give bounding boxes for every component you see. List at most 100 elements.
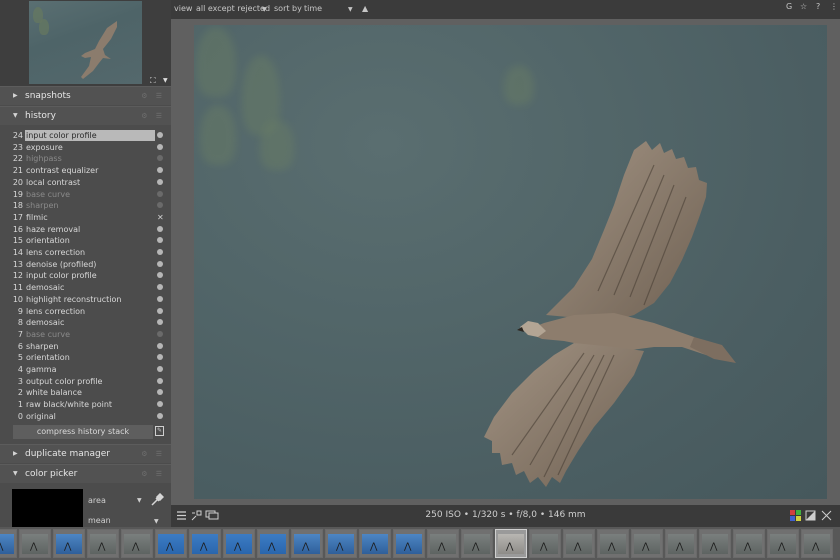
history-item[interactable]: 4 gamma (0, 364, 171, 376)
history-item[interactable]: 24 input color profile (0, 130, 171, 142)
history-item-number: 8 (17, 318, 23, 328)
history-item[interactable]: 13 denoise (profiled) (0, 259, 171, 271)
grouping-icon[interactable]: G (786, 2, 792, 11)
filmstrip-thumbnail[interactable]: ⋀ (257, 529, 289, 558)
filmstrip-thumbnail[interactable]: ⋀ (87, 529, 119, 558)
module-on-icon (157, 319, 163, 326)
history-item[interactable]: 21 contrast equalizer (0, 165, 171, 177)
eyedropper-icon[interactable] (150, 493, 164, 507)
module-on-icon (157, 132, 163, 138)
history-item[interactable]: 1 raw black/white point (0, 399, 171, 411)
history-item[interactable]: 16 haze removal (0, 224, 171, 236)
zoom-fit-icon[interactable]: ⛶ (150, 77, 160, 85)
filmstrip-thumbnail[interactable]: ⋀ (529, 529, 561, 558)
history-item[interactable]: 2 white balance (0, 387, 171, 399)
main-image[interactable] (194, 25, 827, 499)
filmstrip-thumbnail[interactable]: ⋀ (427, 529, 459, 558)
snapshots-header[interactable]: ▶ snapshots ⚙ ☰ (0, 86, 171, 105)
history-item[interactable]: 22 highpass (0, 153, 171, 165)
thumbnail-image: ⋀ (600, 534, 626, 554)
history-item[interactable]: 11 demosaic (0, 282, 171, 294)
overexposed-icon[interactable] (821, 510, 832, 521)
history-item[interactable]: 19 base curve (0, 189, 171, 201)
navigation-thumbnail[interactable] (29, 1, 142, 84)
bird-thumbnail-icon: ⋀ (438, 542, 446, 552)
history-header[interactable]: ▼ history ⚙ ☰ (0, 106, 171, 125)
history-item-label: gamma (26, 365, 57, 374)
history-item[interactable]: 8 demosaic (0, 317, 171, 329)
filmstrip-thumbnail[interactable]: ⋀ (121, 529, 153, 558)
filmstrip-thumbnail[interactable]: ⋀ (223, 529, 255, 558)
picker-mode-select[interactable]: area (88, 496, 106, 505)
filmstrip-thumbnail[interactable]: ⋀ (325, 529, 357, 558)
module-off-icon (157, 190, 163, 197)
create-style-icon[interactable]: ✎ (155, 426, 164, 436)
filmstrip-thumbnail[interactable]: ⋀ (631, 529, 663, 558)
history-item[interactable]: 3 output color profile (0, 376, 171, 388)
chevron-down-icon[interactable]: ▼ (154, 518, 159, 525)
compress-history-button[interactable]: compress history stack (13, 425, 153, 439)
chevron-down-icon[interactable]: ▼ (262, 6, 267, 13)
history-item-number: 22 (12, 154, 23, 164)
filmstrip-thumbnail[interactable]: ⋀ (767, 529, 799, 558)
history-item[interactable]: 9 lens correction (0, 306, 171, 318)
filmstrip-thumbnail-current[interactable]: ⋀ (495, 529, 527, 558)
filmstrip-thumbnail[interactable]: ⋀ (733, 529, 765, 558)
module-on-icon (157, 354, 163, 361)
filmstrip-thumbnail[interactable]: ⋀ (19, 529, 51, 558)
center-view[interactable] (171, 19, 840, 505)
module-options-icons[interactable]: ⚙ ☰ (141, 470, 165, 478)
navigation-module[interactable]: ⛶ ▼ (0, 0, 171, 86)
gamut-check-icon[interactable] (790, 510, 801, 521)
help-icon[interactable]: ? (816, 2, 820, 11)
history-item[interactable]: 7 base curve (0, 329, 171, 341)
duplicate-manager-title: duplicate manager (25, 449, 110, 459)
filmstrip-thumbnail[interactable]: ⋀ (0, 529, 17, 558)
history-item[interactable]: 6 sharpen (0, 341, 171, 353)
color-picker-header[interactable]: ▼ color picker ⚙ ☰ (0, 464, 171, 483)
filmstrip-thumbnail[interactable]: ⋀ (189, 529, 221, 558)
picker-statistic-select[interactable]: mean (88, 516, 111, 525)
filmstrip-thumbnail[interactable]: ⋀ (665, 529, 697, 558)
filmstrip-thumbnail[interactable]: ⋀ (801, 529, 833, 558)
history-item[interactable]: 5 orientation (0, 352, 171, 364)
chevron-down-icon[interactable]: ▼ (163, 78, 169, 84)
history-item-label: raw black/white point (26, 400, 113, 410)
history-item[interactable]: 12 input color profile (0, 270, 171, 282)
history-item[interactable]: 17 filmic ✕ (0, 212, 171, 224)
history-item[interactable]: 20 local contrast (0, 177, 171, 189)
module-on-icon (157, 401, 163, 408)
module-options-icons[interactable]: ⚙ ☰ (141, 92, 165, 100)
module-options-icons[interactable]: ⚙ ☰ (141, 450, 165, 458)
history-item[interactable]: 18 sharpen (0, 200, 171, 212)
history-item-number: 14 (12, 248, 23, 257)
filmstrip[interactable]: ⋀ ⋀ ⋀ ⋀ ⋀ ⋀ ⋀ ⋀ ⋀ ⋀ ⋀ ⋀ ⋀ ⋀ ⋀ ⋀ ⋀ ⋀ ⋀ ⋀ ⋀ ⋀ ⋀ ⋀ ⋀ (0, 527, 840, 560)
preferences-icon[interactable]: ⋮ (830, 2, 838, 11)
duplicate-manager-header[interactable]: ▶ duplicate manager ⚙ ☰ (0, 444, 171, 463)
filmstrip-thumbnail[interactable]: ⋀ (155, 529, 187, 558)
history-item[interactable]: 23 exposure (0, 142, 171, 154)
rating-filter-select[interactable]: all except rejected (196, 4, 270, 13)
filmstrip-thumbnail[interactable]: ⋀ (699, 529, 731, 558)
history-item-number: 9 (17, 306, 23, 316)
star-icon[interactable]: ☆ (800, 2, 807, 11)
history-item[interactable]: 14 lens correction (0, 247, 171, 259)
filmstrip-thumbnail[interactable]: ⋀ (359, 529, 391, 558)
history-item[interactable]: 10 highlight reconstruction (0, 294, 171, 306)
history-item[interactable]: 15 orientation (0, 235, 171, 247)
filmstrip-thumbnail[interactable]: ⋀ (461, 529, 493, 558)
softproof-icon[interactable] (805, 510, 816, 521)
filmstrip-thumbnail[interactable]: ⋀ (563, 529, 595, 558)
filmstrip-thumbnail[interactable]: ⋀ (291, 529, 323, 558)
filmstrip-thumbnail[interactable]: ⋀ (53, 529, 85, 558)
history-item[interactable]: 0 original (0, 411, 171, 423)
module-options-icons[interactable]: ⚙ ☰ (141, 112, 165, 120)
sort-field-select[interactable]: time (304, 4, 322, 13)
sort-order-icon[interactable]: ▲ (362, 4, 368, 13)
thumbnail-image: ⋀ (396, 534, 422, 554)
history-item-label: highpass (26, 154, 62, 164)
chevron-down-icon[interactable]: ▼ (348, 6, 353, 13)
chevron-down-icon[interactable]: ▼ (137, 497, 142, 504)
filmstrip-thumbnail[interactable]: ⋀ (597, 529, 629, 558)
filmstrip-thumbnail[interactable]: ⋀ (393, 529, 425, 558)
